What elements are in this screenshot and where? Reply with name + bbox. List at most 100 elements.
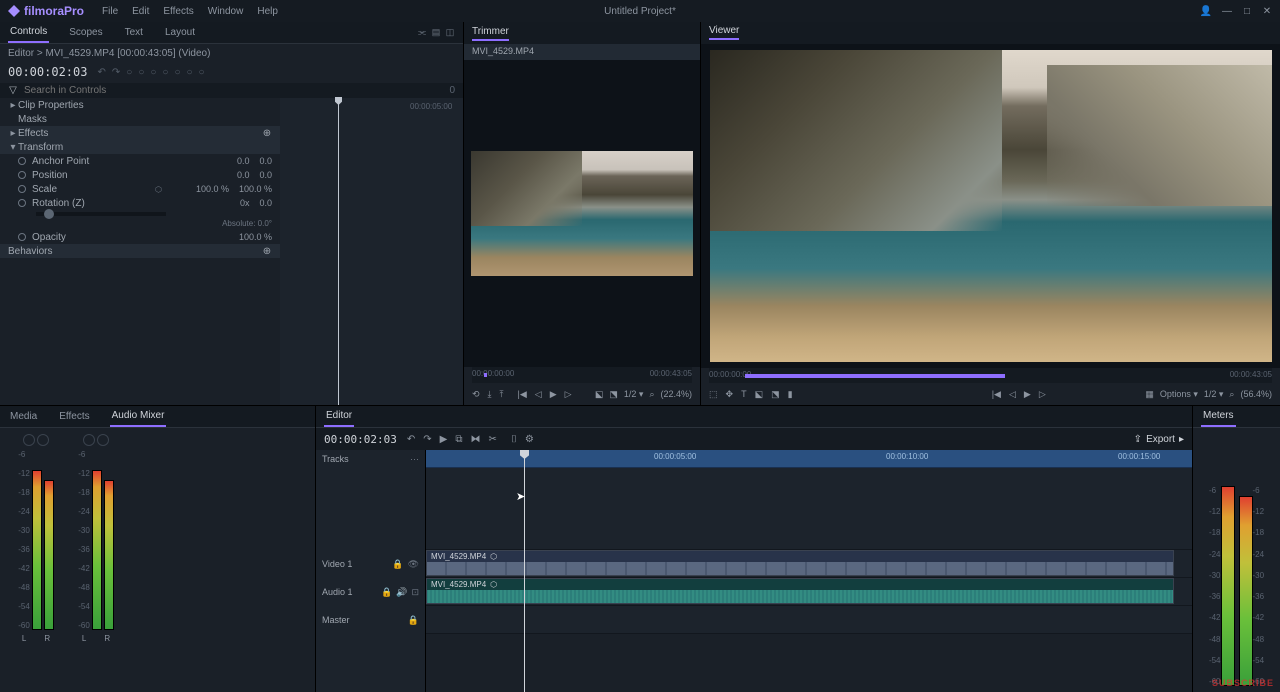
redo-button[interactable]: ↷ (112, 67, 120, 78)
editor-razor[interactable]: ✂ (488, 434, 496, 445)
step-back-button[interactable]: ◁ (535, 389, 542, 400)
add-behavior-icon[interactable]: ⊕ (262, 246, 272, 257)
keyframe-toggle[interactable] (18, 157, 26, 165)
editor-snap2[interactable]: ⌷ (511, 434, 517, 445)
track-header-master[interactable]: Master 🔒 (316, 606, 425, 634)
controls-search-input[interactable] (24, 85, 443, 96)
export-button[interactable]: ⇪ Export ▸ (1134, 434, 1184, 445)
gain-knob[interactable] (97, 434, 109, 446)
link-icon[interactable]: ⬡ (155, 185, 162, 194)
viewer-viewport[interactable] (701, 44, 1280, 368)
solo-icon[interactable]: ⊡ (411, 587, 419, 598)
viewer-play-button[interactable]: ▶ (1024, 389, 1031, 400)
trimmer-page[interactable]: 1/2 ▾ (624, 389, 644, 400)
filter-icon[interactable]: ▽ (8, 85, 18, 96)
panel-layout-icon[interactable]: ◫ (445, 27, 455, 38)
editor-undo[interactable]: ↶ (407, 434, 415, 445)
viewer-out-button[interactable]: ⬔ (771, 389, 780, 400)
speaker-icon[interactable]: 🔊 (396, 587, 407, 598)
kf-dot-1-icon[interactable]: ○ (126, 67, 132, 78)
trimmer-scrubber[interactable]: 00:00:00:00 00:00:43:05 (472, 367, 692, 383)
track-header-audio1[interactable]: Audio 1 🔒🔊⊡ (316, 578, 425, 606)
track-audio1[interactable]: MVI_4529.MP4⬡ (426, 578, 1192, 606)
editor-gear[interactable]: ⚙ (525, 434, 534, 445)
controls-playhead[interactable] (338, 98, 339, 405)
kf-dot-7-icon[interactable]: ○ (199, 67, 205, 78)
tab-text[interactable]: Text (123, 23, 145, 42)
timeline-ruler[interactable]: 00:00:05:00 00:00:10:00 00:00:15:00 (426, 450, 1192, 468)
lock-icon[interactable]: 🔒 (392, 559, 403, 570)
timeline-track-area[interactable]: 00:00:05:00 00:00:10:00 00:00:15:00 MVI_… (426, 450, 1192, 692)
gain-knob[interactable] (37, 434, 49, 446)
play-button[interactable]: ▶ (550, 389, 557, 400)
kf-dot-5-icon[interactable]: ○ (174, 67, 180, 78)
overlay-button[interactable]: ⤒ (500, 389, 504, 400)
add-effect-icon[interactable]: ⊕ (262, 128, 272, 139)
minimize-button[interactable]: — (1222, 6, 1232, 17)
loop-button[interactable]: ⟲ (472, 389, 480, 400)
kf-dot-6-icon[interactable]: ○ (187, 67, 193, 78)
tab-layout[interactable]: Layout (163, 23, 197, 42)
kf-dot-3-icon[interactable]: ○ (150, 67, 156, 78)
pan-knob[interactable] (83, 434, 95, 446)
meters-title[interactable]: Meters (1201, 406, 1236, 427)
value-graph-icon[interactable]: ▤ (431, 27, 441, 38)
prop-opacity[interactable]: Opacity 100.0 % (0, 230, 280, 244)
menu-effects[interactable]: Effects (163, 6, 193, 17)
graph-editor-icon[interactable]: ⫘ (417, 27, 427, 38)
viewer-options[interactable]: Options ▾ (1160, 389, 1198, 400)
trimmer-title[interactable]: Trimmer (472, 26, 509, 41)
undo-button[interactable]: ↶ (97, 67, 105, 78)
step-fwd-button[interactable]: ▷ (565, 389, 572, 400)
keyframe-toggle[interactable] (18, 185, 26, 193)
viewer-step-back[interactable]: ◁ (1009, 389, 1016, 400)
lock-icon[interactable]: 🔒 (408, 615, 419, 626)
clip-audio[interactable]: MVI_4529.MP4⬡ (426, 578, 1174, 604)
timeline-playhead[interactable] (524, 450, 525, 692)
controls-timecode[interactable]: 00:00:02:03 (8, 65, 87, 79)
eye-icon[interactable]: 👁 (408, 559, 419, 570)
menu-window[interactable]: Window (208, 6, 244, 17)
controls-keyframe-timeline[interactable]: 00:00:05:00 (280, 98, 463, 405)
track-header-video1[interactable]: Video 1 🔒👁 (316, 550, 425, 578)
editor-timecode[interactable]: 00:00:02:03 (324, 433, 397, 446)
editor-tab[interactable]: Editor (324, 406, 354, 427)
track-video1[interactable]: MVI_4529.MP4⬡ (426, 550, 1192, 578)
mark-in-icon[interactable]: ⬕ (595, 389, 604, 400)
tab-effects-lower[interactable]: Effects (57, 407, 91, 426)
editor-play[interactable]: ▶ (440, 434, 448, 445)
menu-help[interactable]: Help (257, 6, 278, 17)
user-icon[interactable]: 👤 (1200, 6, 1212, 17)
menu-edit[interactable]: Edit (132, 6, 149, 17)
tab-audio-mixer[interactable]: Audio Mixer (110, 406, 167, 427)
maximize-button[interactable]: □ (1242, 6, 1252, 17)
group-masks[interactable]: Masks (0, 112, 280, 126)
close-button[interactable]: ✕ (1262, 6, 1272, 17)
group-effects[interactable]: ▸ Effects ⊕ (0, 126, 280, 140)
mark-out-icon[interactable]: ⬔ (609, 389, 618, 400)
group-clip-properties[interactable]: ▸ Clip Properties (0, 98, 280, 112)
viewer-select-tool[interactable]: ⬚ (709, 389, 718, 400)
editor-link[interactable]: ⧓ (470, 434, 480, 445)
viewer-marker-button[interactable]: ▮ (788, 389, 793, 400)
goto-start-button[interactable]: |◀ (518, 389, 527, 400)
viewer-text-tool[interactable]: T (741, 389, 747, 399)
clip-video[interactable]: MVI_4529.MP4⬡ (426, 550, 1174, 576)
prop-scale[interactable]: Scale ⬡ 100.0 %100.0 % (0, 182, 280, 196)
tracks-menu-icon[interactable]: ⋯ (410, 454, 419, 465)
menu-file[interactable]: File (102, 6, 118, 17)
viewer-page[interactable]: 1/2 ▾ (1204, 389, 1224, 400)
prop-anchor-point[interactable]: Anchor Point 0.00.0 (0, 154, 280, 168)
keyframe-toggle[interactable] (18, 233, 26, 241)
editor-redo[interactable]: ↷ (423, 434, 431, 445)
kf-dot-4-icon[interactable]: ○ (162, 67, 168, 78)
group-transform[interactable]: ▾ Transform (0, 140, 280, 154)
viewer-quality-icon[interactable]: ▦ (1145, 389, 1154, 400)
tab-controls[interactable]: Controls (8, 22, 49, 43)
tab-media[interactable]: Media (8, 407, 39, 426)
tab-scopes[interactable]: Scopes (67, 23, 104, 42)
viewer-zoom-icon[interactable]: ⌕ (1229, 389, 1234, 400)
rotation-slider[interactable] (36, 212, 166, 216)
editor-snap[interactable]: ⧉ (455, 434, 462, 445)
keyframe-toggle[interactable] (18, 171, 26, 179)
